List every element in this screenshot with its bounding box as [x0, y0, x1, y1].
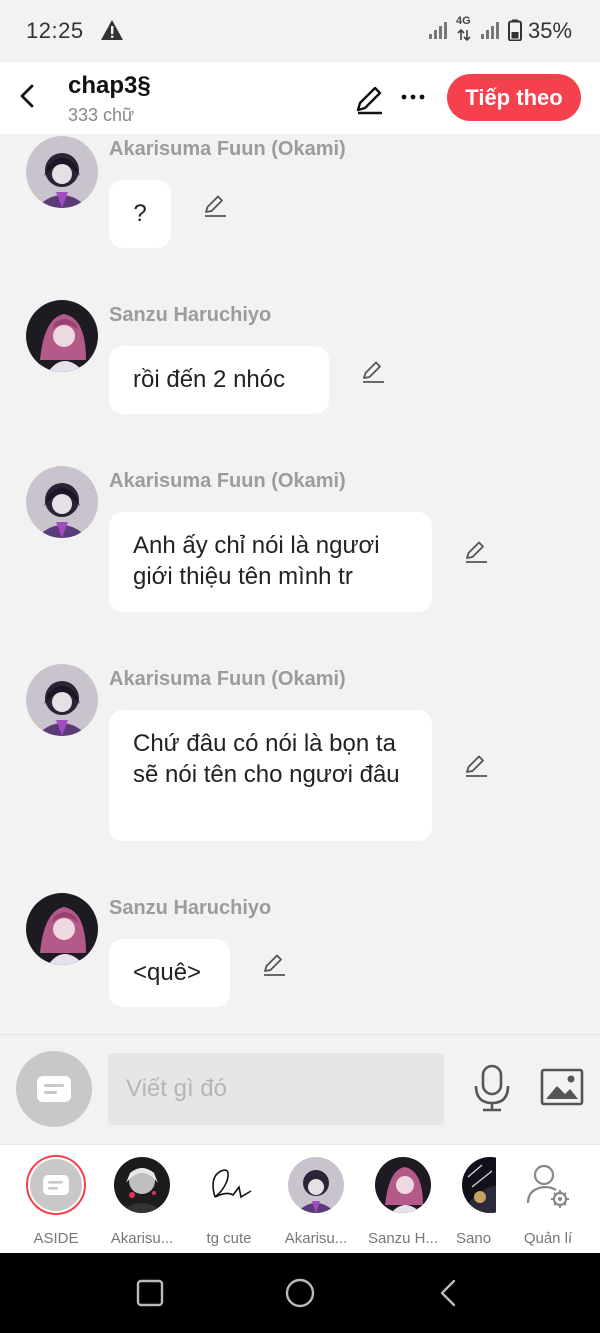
- battery-percent: 35%: [528, 18, 573, 43]
- character-item[interactable]: Akarisu...: [278, 1157, 354, 1247]
- sender-name: Akarisuma Fuun (Okami): [109, 668, 346, 690]
- aside-icon: [43, 1175, 69, 1195]
- character-item[interactable]: Sanzu H...: [365, 1157, 441, 1247]
- signal-icon: [429, 22, 447, 39]
- composer-bar: [0, 1034, 600, 1144]
- akarisuma-avatar[interactable]: [26, 466, 98, 538]
- sanzu-avatar[interactable]: [26, 893, 98, 965]
- edit-message-icon[interactable]: [201, 192, 229, 220]
- character-avatar: [462, 1157, 496, 1213]
- aside-avatar: [26, 1155, 86, 1215]
- character-bar: ASIDE Akarisu... tg cute Akarisu... Sanz…: [0, 1144, 600, 1253]
- character-avatar: [288, 1157, 344, 1213]
- character-name: Sano: [456, 1230, 492, 1247]
- sender-name: Akarisuma Fuun (Okami): [109, 470, 346, 492]
- edit-message-icon[interactable]: [462, 752, 490, 780]
- microphone-icon[interactable]: [470, 1063, 514, 1113]
- character-name: Sanzu H...: [367, 1230, 439, 1247]
- system-back-icon[interactable]: [432, 1275, 468, 1311]
- sender-name: Sanzu Haruchiyo: [109, 897, 272, 919]
- system-nav-bar: [0, 1253, 600, 1333]
- character-aside[interactable]: ASIDE: [18, 1155, 94, 1247]
- edit-message-icon[interactable]: [260, 951, 288, 979]
- edit-icon[interactable]: [352, 82, 386, 116]
- next-button[interactable]: Tiếp theo: [447, 74, 581, 121]
- battery-icon: [508, 19, 522, 41]
- signal-icon-2: [481, 22, 499, 39]
- user-settings-icon: [526, 1164, 569, 1208]
- more-icon[interactable]: [398, 82, 428, 112]
- edit-message-icon[interactable]: [359, 358, 387, 386]
- chat-area[interactable]: Akarisuma Fuun (Okami) ? Sanzu Haruchiyo…: [0, 134, 600, 1034]
- back-icon[interactable]: [12, 80, 44, 112]
- character-avatar: [375, 1157, 431, 1213]
- character-name: tg cute: [206, 1230, 252, 1247]
- sender-name: Sanzu Haruchiyo: [109, 304, 272, 326]
- data-arrows-icon: [457, 29, 471, 41]
- manage-characters-button[interactable]: Quản lí: [510, 1157, 586, 1247]
- recent-apps-icon[interactable]: [132, 1275, 168, 1311]
- character-item[interactable]: tg cute: [191, 1157, 267, 1247]
- character-name: Quản lí: [523, 1230, 573, 1247]
- message-input[interactable]: [108, 1053, 444, 1125]
- message-bubble[interactable]: <quê>: [109, 939, 230, 1007]
- character-avatar: [114, 1157, 170, 1213]
- status-time: 12:25: [26, 18, 84, 43]
- aside-icon: [37, 1076, 71, 1102]
- message-bubble[interactable]: rồi đến 2 nhóc: [109, 346, 329, 414]
- character-name: ASIDE: [33, 1230, 79, 1247]
- character-name: Akarisu...: [110, 1230, 174, 1247]
- status-bar: 12:25 4G 35%: [0, 0, 600, 62]
- character-name: Akarisu...: [284, 1230, 348, 1247]
- chapter-title: chap3§: [68, 72, 151, 99]
- character-item[interactable]: Sano: [452, 1157, 496, 1247]
- akarisuma-avatar[interactable]: [26, 664, 98, 736]
- warning-icon: [101, 20, 123, 40]
- akarisuma-avatar[interactable]: [26, 136, 98, 208]
- home-icon[interactable]: [282, 1275, 318, 1311]
- aside-toggle-button[interactable]: [16, 1051, 92, 1127]
- network-label: 4G: [456, 15, 471, 27]
- image-icon[interactable]: [540, 1067, 584, 1107]
- edit-message-icon[interactable]: [462, 538, 490, 566]
- message-bubble[interactable]: ?: [109, 180, 171, 248]
- sender-name: Akarisuma Fuun (Okami): [109, 138, 346, 160]
- character-item[interactable]: Akarisu...: [104, 1157, 180, 1247]
- word-count: 333 chữ: [68, 105, 135, 125]
- message-bubble[interactable]: Chứ đâu có nói là bọn ta sẽ nói tên cho …: [109, 710, 432, 841]
- message-bubble[interactable]: Anh ấy chỉ nói là ngươi giới thiệu tên m…: [109, 512, 432, 612]
- app-header: chap3§ 333 chữ Tiếp theo: [0, 62, 600, 134]
- character-avatar: [201, 1157, 257, 1213]
- sanzu-avatar[interactable]: [26, 300, 98, 372]
